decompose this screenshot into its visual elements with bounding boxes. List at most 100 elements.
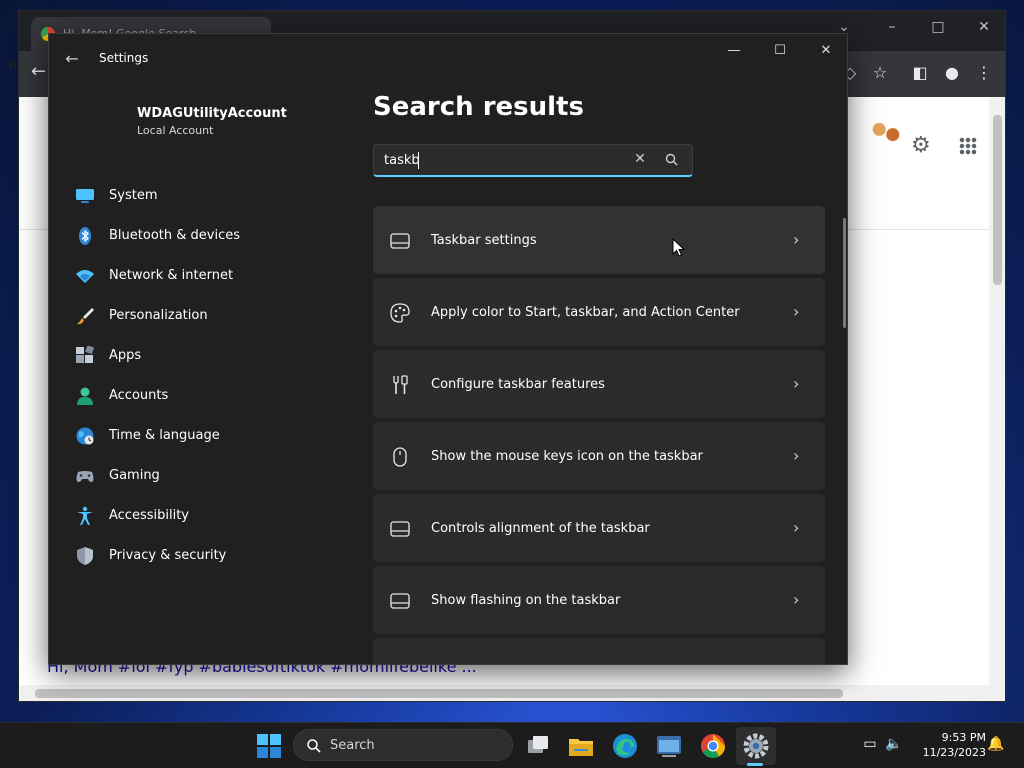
search-input-value[interactable]: taskb <box>384 153 420 168</box>
taskbar-icon <box>390 233 410 249</box>
system-clock[interactable]: 9:53 PM 11/23/2023 <box>916 730 986 760</box>
result-configure-taskbar-features[interactable]: Configure taskbar features › <box>373 350 825 418</box>
task-view-icon[interactable] <box>523 731 553 761</box>
edge-browser-icon[interactable] <box>610 731 640 761</box>
active-app-indicator <box>747 763 763 766</box>
page-title: Search results <box>373 92 584 122</box>
account-type: Local Account <box>137 124 214 137</box>
scrollbar-thumb[interactable] <box>993 115 1002 285</box>
sidebar-item-time-language[interactable]: Time & language <box>71 416 357 456</box>
chevron-right-icon: › <box>793 374 800 393</box>
clock-date: 11/23/2023 <box>922 746 986 759</box>
result-label: Taskbar settings <box>431 233 537 248</box>
clock-time: 9:53 PM <box>941 731 986 744</box>
file-explorer-icon[interactable] <box>566 731 596 761</box>
browser-minimize-button[interactable]: – <box>877 19 907 35</box>
result-label: Configure taskbar features <box>431 377 605 392</box>
result-label: Show flashing on the taskbar <box>431 593 621 608</box>
result-partial-next[interactable] <box>373 638 825 664</box>
scrollbar-thumb[interactable] <box>35 689 843 698</box>
settings-window: ← Settings — ☐ ✕ WDAGUtilityAccount Loca… <box>48 33 848 665</box>
sidebar-item-network[interactable]: Network & internet <box>71 256 357 296</box>
sidebar-item-system[interactable]: System <box>71 176 357 216</box>
settings-search-input[interactable]: taskb ✕ <box>373 144 693 177</box>
palette-icon <box>390 303 410 323</box>
result-label: Show the mouse keys icon on the taskbar <box>431 449 703 464</box>
network-tray-icon[interactable]: ▭ <box>860 736 880 756</box>
text-caret <box>418 152 419 169</box>
taskbar-search-box[interactable]: Search <box>293 729 513 761</box>
sidebar-item-gaming[interactable]: Gaming <box>71 456 357 496</box>
mouse-icon <box>393 447 407 467</box>
taskbar-icon <box>390 521 410 537</box>
person-icon <box>77 387 93 405</box>
result-taskbar-alignment[interactable]: Controls alignment of the taskbar › <box>373 494 825 562</box>
back-button[interactable]: ← <box>59 46 85 72</box>
volume-tray-icon[interactable]: 🔈 <box>884 736 904 756</box>
browser-vertical-scrollbar[interactable] <box>989 97 1005 687</box>
sidebar-item-label: Network & internet <box>109 268 234 283</box>
chevron-right-icon: › <box>793 590 800 609</box>
sidebar-item-label: Personalization <box>109 308 208 323</box>
terminal-app-icon[interactable] <box>654 731 684 761</box>
close-button[interactable]: ✕ <box>803 36 847 66</box>
profile-icon[interactable]: ● <box>941 63 963 82</box>
sidebar-item-label: Privacy & security <box>109 548 227 563</box>
wifi-icon <box>76 270 94 283</box>
brush-icon <box>77 308 94 325</box>
sidebar-item-label: Accessibility <box>109 508 189 523</box>
search-icon[interactable] <box>662 150 682 170</box>
side-panel-icon[interactable]: ◧ <box>909 63 931 82</box>
sidebar-item-label: Accounts <box>109 388 169 403</box>
account-info[interactable]: WDAGUtilityAccount Local Account <box>137 106 287 137</box>
browser-menu-icon[interactable]: ⋮ <box>973 63 995 82</box>
sidebar-item-personalization[interactable]: Personalization <box>71 296 357 336</box>
taskbar-search-label: Search <box>330 738 375 753</box>
sidebar-item-accounts[interactable]: Accounts <box>71 376 357 416</box>
apps-grid-icon <box>76 346 95 363</box>
clear-search-icon[interactable]: ✕ <box>630 151 650 167</box>
google-apps-icon[interactable] <box>959 137 977 155</box>
main-content: Search results taskb ✕ Taskbar settings … <box>359 82 847 664</box>
sidebar-item-bluetooth[interactable]: Bluetooth & devices <box>71 216 357 256</box>
title-bar: ← Settings — ☐ ✕ <box>49 34 847 82</box>
browser-maximize-button[interactable]: □ <box>923 19 953 35</box>
browser-horizontal-scrollbar[interactable] <box>19 685 1005 701</box>
sidebar-item-apps[interactable]: Apps <box>71 336 357 376</box>
result-taskbar-flashing[interactable]: Show flashing on the taskbar › <box>373 566 825 634</box>
result-apply-color[interactable]: Apply color to Start, taskbar, and Actio… <box>373 278 825 346</box>
gear-icon[interactable]: ⚙ <box>911 133 931 158</box>
accessibility-icon <box>77 506 93 525</box>
result-label: Apply color to Start, taskbar, and Actio… <box>431 305 740 320</box>
browser-edge-letter: R <box>9 59 18 73</box>
chrome-browser-icon[interactable] <box>698 731 728 761</box>
chevron-right-icon: › <box>793 518 800 537</box>
chevron-right-icon: › <box>793 302 800 321</box>
sidebar-nav: System Bluetooth & devices Network & int… <box>71 176 357 576</box>
start-windows-icon[interactable] <box>254 731 284 761</box>
mouse-pointer-icon <box>672 238 686 257</box>
notification-bell-icon[interactable]: 🔔 <box>986 736 1006 756</box>
chevron-right-icon: › <box>793 230 800 249</box>
sidebar-item-label: Bluetooth & devices <box>109 228 240 243</box>
result-mouse-keys-icon[interactable]: Show the mouse keys icon on the taskbar … <box>373 422 825 490</box>
minimize-button[interactable]: — <box>711 36 757 66</box>
sidebar-item-label: Gaming <box>109 468 160 483</box>
browser-close-button[interactable]: ✕ <box>969 19 999 35</box>
sidebar-item-privacy-security[interactable]: Privacy & security <box>71 536 357 576</box>
result-label: Controls alignment of the taskbar <box>431 521 650 536</box>
browser-back-icon[interactable]: ← <box>31 61 46 82</box>
bookmark-star-icon[interactable]: ☆ <box>869 63 891 82</box>
google-doodle-icon[interactable] <box>869 119 903 145</box>
sidebar-item-accessibility[interactable]: Accessibility <box>71 496 357 536</box>
taskbar-icon <box>390 593 410 609</box>
result-taskbar-settings[interactable]: Taskbar settings › <box>373 206 825 274</box>
bluetooth-icon <box>79 227 91 245</box>
settings-gear-icon[interactable] <box>741 731 771 761</box>
sidebar-item-label: Apps <box>109 348 142 363</box>
sidebar-item-label: System <box>109 188 158 203</box>
maximize-button[interactable]: ☐ <box>757 36 803 66</box>
taskbar: Search ▭ 🔈 9:53 PM 11/23/2023 🔔 <box>0 722 1024 768</box>
results-scrollbar-thumb[interactable] <box>843 218 846 328</box>
sidebar-item-label: Time & language <box>109 428 220 443</box>
